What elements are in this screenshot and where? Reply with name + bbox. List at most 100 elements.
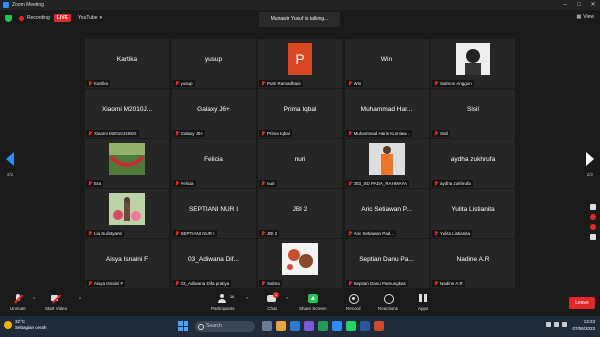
participant-label: Xiaomi M2010J19SG — [94, 131, 137, 136]
participant-tile[interactable]: Nadine A.R Nadine A.R — [431, 239, 515, 288]
participant-tile[interactable]: Xiaomi M2010J... Xiaomi M2010J19SG — [85, 89, 169, 138]
mic-muted-icon — [175, 231, 179, 236]
participant-tile[interactable]: yusup yusup — [171, 39, 256, 88]
participant-tile[interactable]: Aisya Isnaini F Aisya Isnaini F — [85, 239, 169, 288]
recording-dot-icon — [19, 15, 24, 21]
participant-label: Septian Danu Pamungkas — [353, 281, 406, 286]
file-explorer-icon[interactable] — [276, 321, 286, 331]
participant-display-name: Yulita Listianita — [451, 205, 495, 213]
participant-tile[interactable]: Salma — [258, 239, 342, 288]
participant-tile[interactable]: Kartika Kartika — [85, 39, 169, 88]
settings-icon[interactable] — [590, 234, 596, 240]
view-button[interactable]: ▦ View — [577, 14, 594, 20]
battery-icon[interactable] — [562, 322, 567, 327]
weather-widget[interactable]: 32°C Sebagian cerah — [4, 319, 47, 331]
task-view-icon[interactable] — [262, 321, 272, 331]
mic-muted-icon — [261, 281, 265, 286]
participant-tile[interactable]: Felicia Felicia — [171, 139, 256, 188]
participant-name-tag: Septian Danu Pamungkas — [345, 280, 408, 287]
participant-display-name: Septian Danu Pa... — [359, 255, 414, 263]
chevron-down-icon: ▾ — [99, 15, 103, 21]
page-indicator-right: 2/2 — [586, 172, 593, 177]
participant-label: Salmon Anggun — [440, 81, 472, 86]
powerpoint-icon[interactable] — [374, 321, 384, 331]
zoom-app-icon[interactable] — [332, 321, 342, 331]
prev-page-arrow-icon[interactable] — [6, 152, 14, 166]
participant-tile[interactable]: 03_Adiwana Dif... 03_Adiwana Difa pratiya — [171, 239, 256, 288]
participant-tile[interactable]: Aric Setiawan P... Aric Setiawan Pad... — [344, 189, 429, 238]
close-icon[interactable]: ✕ — [586, 0, 600, 10]
participant-label: yusup — [180, 81, 193, 86]
whatsapp-icon[interactable] — [346, 321, 356, 331]
participant-display-name: Aisya Isnaini F — [105, 255, 149, 263]
participant-name-tag: Salmon Anggun — [432, 80, 474, 87]
minimize-icon[interactable]: – — [558, 0, 572, 10]
chrome-icon[interactable] — [318, 321, 328, 331]
camera-icon[interactable] — [590, 204, 596, 210]
next-page-arrow-icon[interactable] — [586, 152, 594, 166]
participant-tile[interactable]: JBI 2 JBI 2 — [258, 189, 342, 238]
unmute-button[interactable]: Unmute — [10, 294, 26, 311]
participant-tile[interactable]: Lia Sulistyanti — [85, 189, 169, 238]
word-icon[interactable] — [360, 321, 370, 331]
participant-tile[interactable]: aydha zukhrufa aydha zukhrufa — [431, 139, 515, 188]
participant-tile[interactable]: Win Win — [344, 39, 429, 88]
volume-icon[interactable] — [554, 322, 559, 327]
participant-display-name: aydha zukhrufa — [450, 155, 496, 163]
participants-caret-icon[interactable]: ^ — [246, 297, 248, 303]
edge-browser-icon[interactable] — [290, 321, 300, 331]
participant-tile[interactable]: Yulita Listianita Yulita Listianita — [431, 189, 515, 238]
participant-label: Felicia — [180, 181, 194, 186]
participant-name-tag: Galaxy J6+ — [172, 130, 206, 137]
video-options-caret-icon[interactable]: ^ — [79, 297, 81, 303]
participant-tile[interactable]: 003_SD PADA_RAHMAYA — [344, 139, 429, 188]
maximize-icon[interactable]: □ — [572, 0, 586, 10]
stream-target-select[interactable]: YouTube ▾ — [78, 15, 102, 21]
participant-tile[interactable]: Era — [85, 139, 169, 188]
participant-label: 003_SD PADA_RAHMAYA — [353, 181, 408, 186]
participant-name-tag: Kartika — [86, 80, 111, 87]
participant-tile[interactable]: Galaxy J6+ Galaxy J6+ — [171, 89, 256, 138]
participant-tile[interactable]: Salmon Anggun — [431, 39, 515, 88]
chat-button[interactable]: 1 Chat — [267, 292, 279, 311]
teams-icon[interactable] — [304, 321, 314, 331]
system-clock[interactable]: 13:23 07/06/2023 — [572, 318, 595, 332]
record-icon[interactable] — [590, 214, 596, 220]
grid-view-icon: ▦ — [576, 14, 582, 20]
participant-label: Muhammad Haris Kurniaw... — [353, 131, 411, 136]
chat-caret-icon[interactable]: ^ — [286, 297, 288, 303]
participant-tile[interactable]: P Putri Ramadhani — [258, 39, 342, 88]
participant-tile[interactable]: SEPTIANI NUR I SEPTIANI NUR I — [171, 189, 256, 238]
participant-tile[interactable]: Septian Danu Pa... Septian Danu Pamungkas — [344, 239, 429, 288]
participant-display-name: SEPTIANI NUR I — [188, 205, 239, 213]
share-screen-button[interactable]: Share Screen — [299, 294, 327, 311]
live-badge: LIVE — [53, 14, 71, 22]
taskbar-search[interactable]: Search — [195, 321, 255, 332]
participant-tile[interactable]: Sisil Sisil — [431, 89, 515, 138]
reactions-button[interactable]: Reactions — [378, 294, 398, 311]
participant-tile[interactable]: nuri nuri — [258, 139, 342, 188]
zoom-logo-icon — [3, 2, 9, 8]
windows-taskbar: 32°C Sebagian cerah Search 13:23 07/06/2… — [0, 316, 600, 337]
start-video-button[interactable]: Start Video — [45, 294, 67, 311]
side-tools — [588, 204, 598, 240]
windows-start-icon[interactable] — [178, 321, 188, 331]
participant-tile[interactable]: Muhammad Har... Muhammad Haris Kurniaw... — [344, 89, 429, 138]
leave-button[interactable]: Leave — [569, 297, 595, 309]
wifi-icon[interactable] — [546, 322, 551, 327]
participants-button[interactable]: 38 Participants — [211, 294, 235, 311]
mic-muted-icon — [175, 131, 179, 136]
participant-name-tag: yusup — [172, 80, 195, 87]
participant-label: Prima Iqbal — [267, 131, 290, 136]
security-shield-icon[interactable] — [5, 14, 12, 22]
record-button[interactable]: Record — [346, 294, 361, 311]
participant-name-tag: Prima Iqbal — [259, 130, 292, 137]
recording-label[interactable]: Recording — [27, 15, 50, 21]
apps-button[interactable]: Apps — [418, 294, 428, 311]
record-icon[interactable] — [590, 224, 596, 230]
chat-badge: 1 — [273, 292, 279, 298]
audio-options-caret-icon[interactable]: ^ — [33, 297, 35, 303]
participant-tile[interactable]: Prima Iqbal Prima Iqbal — [258, 89, 342, 138]
mic-muted-icon — [348, 281, 352, 286]
sun-icon — [4, 321, 12, 329]
